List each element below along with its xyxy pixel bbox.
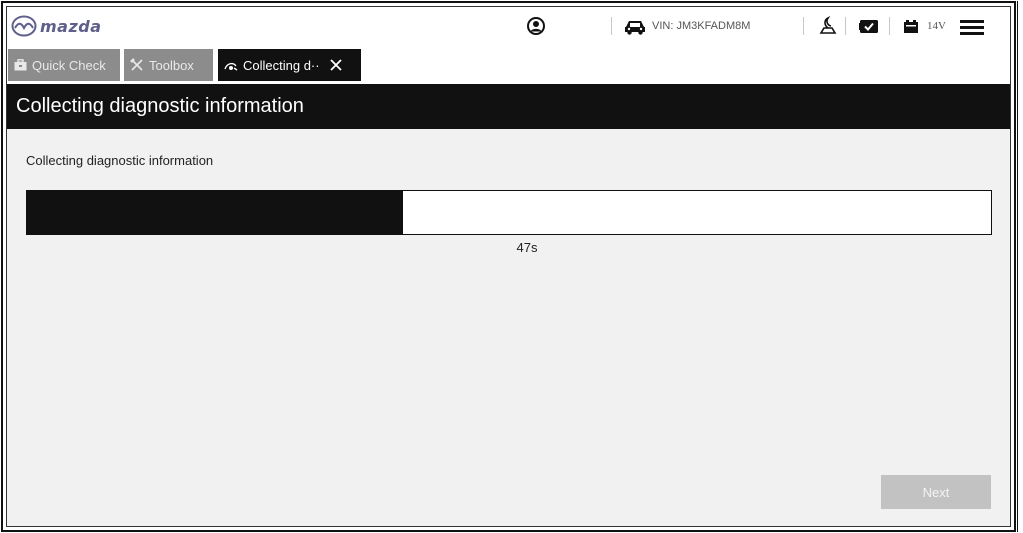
battery-icon bbox=[904, 20, 918, 33]
logo-wordmark: mazda bbox=[40, 16, 102, 36]
user-icon[interactable] bbox=[527, 17, 545, 35]
tab-label: Collecting d·· bbox=[243, 57, 320, 73]
battery-voltage: 14V bbox=[927, 20, 946, 32]
brand-logo: mazda bbox=[11, 13, 102, 39]
close-icon[interactable] bbox=[329, 58, 343, 72]
divider bbox=[889, 17, 890, 35]
progress-fill bbox=[27, 191, 403, 234]
ecu-connection-icon[interactable] bbox=[859, 19, 879, 34]
menu-icon[interactable] bbox=[960, 19, 984, 35]
page-header: Collecting diagnostic information bbox=[7, 84, 1010, 129]
time-remaining: 47s bbox=[516, 240, 538, 255]
sleep-mode-icon[interactable] bbox=[818, 16, 838, 36]
next-button[interactable]: Next bbox=[881, 475, 991, 509]
page-title: Collecting diagnostic information bbox=[16, 95, 304, 117]
collect-icon bbox=[224, 62, 238, 71]
car-icon bbox=[625, 21, 645, 35]
tab-label: Quick Check bbox=[32, 57, 106, 73]
tab-collecting-diagnostic[interactable]: Collecting d·· bbox=[218, 49, 361, 81]
vin-text: VIN: JM3KFADM8M bbox=[652, 20, 751, 32]
divider bbox=[803, 17, 804, 35]
tools-icon bbox=[130, 58, 143, 71]
tab-bar: Quick Check Toolbox Collecting d·· bbox=[7, 46, 1010, 84]
status-message: Collecting diagnostic information bbox=[26, 153, 214, 168]
divider bbox=[611, 17, 612, 35]
tab-label: Toolbox bbox=[149, 57, 194, 73]
app-window: mazda VIN: JM3KFADM8M 14V Quick Check To… bbox=[6, 6, 1011, 527]
window-edge bbox=[1017, 1, 1021, 532]
divider bbox=[845, 17, 846, 35]
briefcase-icon bbox=[14, 59, 27, 71]
top-bar: mazda VIN: JM3KFADM8M 14V bbox=[7, 7, 1010, 46]
mazda-logo-icon bbox=[11, 15, 37, 37]
tab-toolbox[interactable]: Toolbox bbox=[124, 49, 213, 81]
progress-bar bbox=[26, 190, 992, 235]
tab-quick-check[interactable]: Quick Check bbox=[8, 49, 120, 81]
